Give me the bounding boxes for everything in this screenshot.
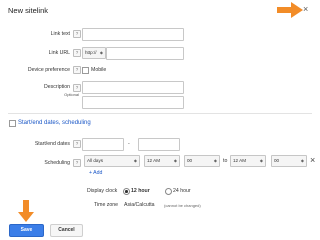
time-zone-note: (cannot be changed): [164, 203, 201, 208]
to-label: to: [223, 158, 228, 164]
device-preference-label: Device preference: [27, 67, 70, 73]
time-zone-value: Asia/Calcutta: [124, 202, 155, 208]
annotation-arrow-icon: [277, 2, 303, 18]
start-end-scheduling-link[interactable]: Start/end dates, scheduling: [18, 120, 91, 126]
help-icon[interactable]: ?: [73, 66, 81, 74]
section-divider: [8, 113, 312, 114]
start-hour-value: 12 AM: [147, 158, 161, 163]
end-date-input[interactable]: [138, 138, 180, 151]
url-protocol-select[interactable]: http:// ◆: [82, 47, 106, 59]
help-icon[interactable]: ?: [73, 159, 81, 167]
help-icon[interactable]: ?: [73, 30, 81, 38]
end-minute-value: 00: [274, 158, 280, 163]
save-button[interactable]: Save: [9, 224, 44, 237]
dropdown-arrow-icon: ◆: [300, 158, 304, 163]
add-schedule-link[interactable]: + Add: [89, 170, 102, 176]
days-select[interactable]: All days ◆: [84, 155, 140, 167]
scheduling-label: Scheduling: [44, 160, 70, 166]
dropdown-arrow-icon: ◆: [99, 50, 103, 55]
days-value: All days: [87, 158, 104, 163]
description-optional-label: Optional: [64, 92, 79, 97]
start-hour-select[interactable]: 12 AM ◆: [144, 155, 180, 167]
end-hour-value: 12 AM: [233, 158, 247, 163]
dialog-title: New sitelink: [8, 6, 49, 15]
start-end-scheduling-checkbox[interactable]: [9, 120, 16, 127]
start-date-input[interactable]: [82, 138, 124, 151]
start-minute-value: 00: [187, 158, 193, 163]
time-zone-label: Time zone: [94, 202, 119, 208]
mobile-checkbox[interactable]: [82, 67, 89, 74]
link-url-label: Link URL: [48, 50, 70, 56]
start-minute-select[interactable]: 00 ◆: [184, 155, 220, 167]
remove-icon[interactable]: ×: [310, 154, 315, 166]
description-line2-input[interactable]: [82, 96, 184, 109]
description-line1-input[interactable]: [82, 81, 184, 94]
url-protocol-value: http://: [85, 50, 97, 55]
date-separator: -: [128, 141, 130, 147]
display-clock-label: Display clock: [87, 188, 118, 194]
help-icon[interactable]: ?: [73, 49, 81, 57]
link-text-label: Link text: [50, 31, 70, 37]
cancel-button[interactable]: Cancel: [50, 224, 83, 237]
start-end-dates-label: Start/end dates: [34, 141, 70, 147]
dropdown-arrow-icon: ◆: [133, 158, 137, 163]
annotation-arrow-icon: [18, 200, 34, 222]
clock-24-radio[interactable]: [165, 188, 172, 195]
link-text-input[interactable]: [82, 28, 184, 41]
clock-12-label: 12 hour: [131, 188, 150, 194]
dropdown-arrow-icon: ◆: [173, 158, 177, 163]
help-icon[interactable]: ?: [73, 140, 81, 148]
clock-12-radio[interactable]: [123, 188, 130, 195]
help-icon[interactable]: ?: [73, 84, 81, 92]
mobile-option-label: Mobile: [91, 67, 107, 73]
end-hour-select[interactable]: 12 AM ◆: [230, 155, 266, 167]
dropdown-arrow-icon: ◆: [213, 158, 217, 163]
dropdown-arrow-icon: ◆: [259, 158, 263, 163]
end-minute-select[interactable]: 00 ◆: [271, 155, 307, 167]
close-icon[interactable]: ×: [303, 4, 308, 14]
description-label: Description: [44, 84, 70, 90]
clock-24-label: 24 hour: [173, 188, 191, 194]
link-url-input[interactable]: [106, 47, 184, 60]
